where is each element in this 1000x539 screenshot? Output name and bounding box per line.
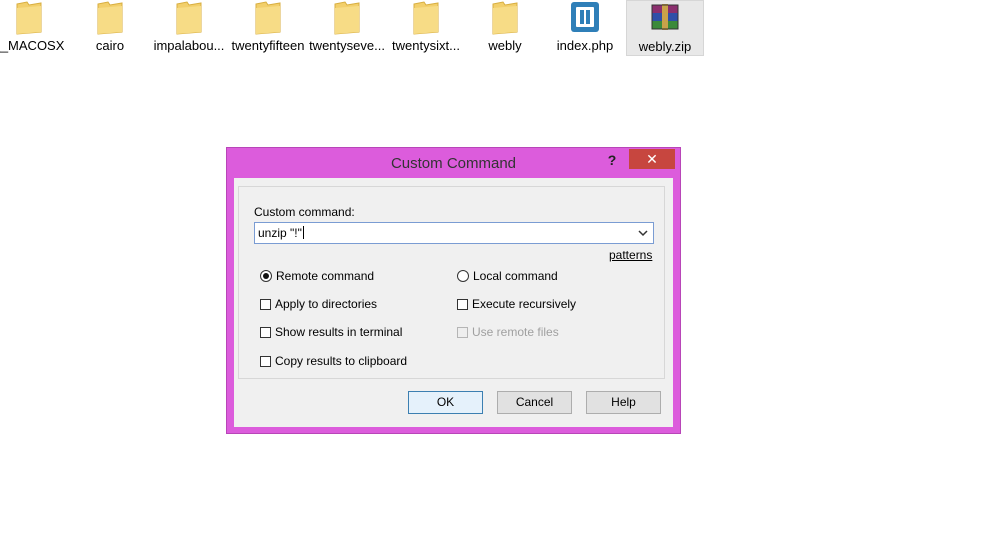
file-item-index-php[interactable]: index.php — [546, 0, 624, 56]
php-file-icon — [571, 2, 599, 32]
file-item-twentyfifteen[interactable]: twentyfifteen — [229, 0, 307, 56]
custom-command-label: Custom command: — [254, 205, 355, 219]
radio-unchecked — [457, 270, 469, 282]
file-item-impalabou[interactable]: impalabou... — [150, 0, 228, 56]
file-label: __MACOSX — [0, 38, 65, 53]
file-item-macosx[interactable]: __MACOSX — [0, 0, 68, 56]
folder-icon — [97, 1, 123, 35]
dialog-body: Custom command: unzip "!" patterns Remot… — [234, 178, 673, 427]
folder-icon — [255, 1, 281, 35]
checkbox-unchecked — [457, 299, 468, 310]
checkbox-unchecked — [260, 299, 271, 310]
use-remote-files-checkbox: Use remote files — [457, 325, 559, 339]
checkbox-disabled — [457, 327, 468, 338]
radio-checked — [260, 270, 272, 282]
folder-icon — [16, 1, 42, 35]
ok-button[interactable]: OK — [408, 391, 483, 414]
file-label: twentysixt... — [392, 38, 460, 53]
custom-command-dialog: Custom Command ? ✕ Custom command: unzip… — [226, 147, 681, 434]
apply-to-directories-checkbox[interactable]: Apply to directories — [260, 297, 377, 311]
file-item-twentysixt[interactable]: twentysixt... — [387, 0, 465, 56]
execute-recursively-checkbox[interactable]: Execute recursively — [457, 297, 576, 311]
file-list: __MACOSX cairo impalabou... twentyfiftee… — [0, 0, 720, 56]
file-item-cairo[interactable]: cairo — [71, 0, 149, 56]
context-help-button[interactable]: ? — [602, 152, 622, 172]
file-item-webly[interactable]: webly — [466, 0, 544, 56]
help-button[interactable]: Help — [586, 391, 661, 414]
text-caret — [302, 226, 304, 239]
file-label: webly — [488, 38, 522, 53]
file-label: twentyfifteen — [231, 38, 305, 53]
zip-archive-icon — [651, 4, 679, 30]
close-button[interactable]: ✕ — [629, 149, 675, 169]
custom-command-input[interactable]: unzip "!" — [254, 222, 654, 244]
folder-icon — [176, 1, 202, 35]
dialog-titlebar[interactable]: Custom Command ? ✕ — [227, 148, 680, 178]
folder-icon — [413, 1, 439, 35]
folder-icon — [492, 1, 518, 35]
file-label: index.php — [556, 38, 614, 53]
copy-results-to-clipboard-checkbox[interactable]: Copy results to clipboard — [260, 354, 407, 368]
folder-icon — [334, 1, 360, 35]
file-label: webly.zip — [638, 39, 692, 54]
checkbox-unchecked — [260, 356, 271, 367]
file-label: twentyseve... — [309, 38, 385, 53]
checkbox-unchecked — [260, 327, 271, 338]
file-label: impalabou... — [153, 38, 225, 53]
local-command-radio[interactable]: Local command — [457, 269, 558, 283]
custom-command-value: unzip "!" — [258, 226, 304, 240]
file-label: cairo — [95, 38, 125, 53]
patterns-link[interactable]: patterns — [609, 248, 652, 262]
file-item-webly-zip[interactable]: webly.zip — [626, 0, 704, 56]
remote-command-radio[interactable]: Remote command — [260, 269, 374, 283]
file-item-twentyseve[interactable]: twentyseve... — [308, 0, 386, 56]
show-results-in-terminal-checkbox[interactable]: Show results in terminal — [260, 325, 402, 339]
close-icon: ✕ — [646, 151, 658, 167]
chevron-down-icon[interactable] — [637, 225, 649, 241]
cancel-button[interactable]: Cancel — [497, 391, 572, 414]
